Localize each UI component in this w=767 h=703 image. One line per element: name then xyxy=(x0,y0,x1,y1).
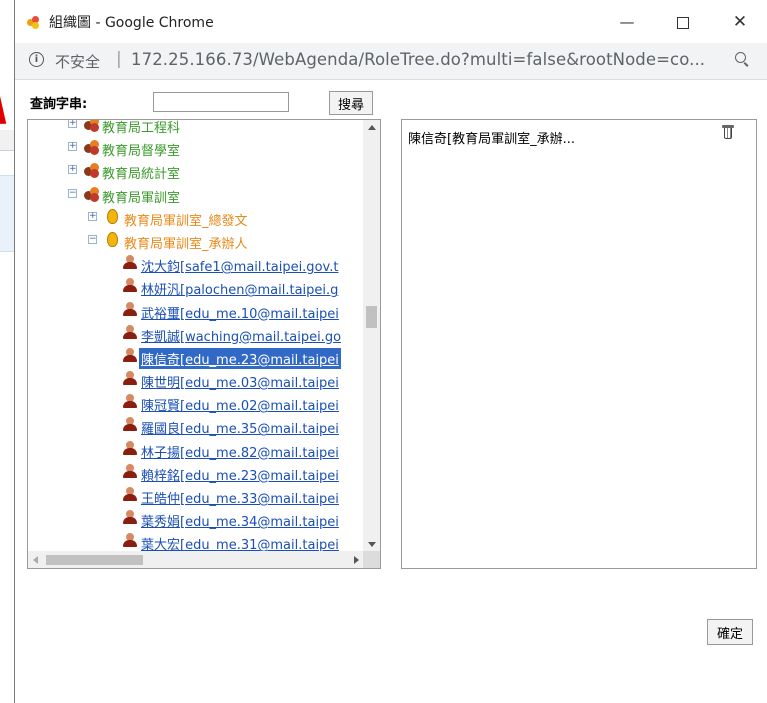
expand-icon[interactable]: + xyxy=(88,211,97,221)
expand-icon[interactable]: + xyxy=(68,165,77,175)
scroll-right-icon[interactable] xyxy=(354,556,359,564)
group-icon xyxy=(84,186,100,202)
group-icon xyxy=(84,120,100,132)
scroll-up-icon[interactable] xyxy=(368,125,376,130)
tree-row-label[interactable]: 陳信奇[edu_me.23@mail.taipei xyxy=(139,347,341,369)
tree-row[interactable]: 羅國良[edu_me.35@mail.taipei xyxy=(28,414,363,437)
person-icon xyxy=(122,440,138,456)
tree-row[interactable]: + 教育局工程科 xyxy=(28,120,363,136)
expand-icon[interactable]: + xyxy=(68,120,77,128)
tree-row-label[interactable]: 羅國良[edu_me.35@mail.taipei xyxy=(141,418,339,437)
org-tree: + 教育局工程科 + 教育局督學室 + 教育局統計室 − 教育局軍訓室 + 教育局軍訓室_總發文 −… xyxy=(28,120,363,554)
info-icon[interactable]: i xyxy=(29,52,44,67)
collapse-icon[interactable]: − xyxy=(68,188,77,198)
collapse-icon[interactable]: − xyxy=(88,234,97,244)
vertical-scroll-thumb[interactable] xyxy=(366,306,377,328)
tree-row-label[interactable]: 教育局軍訓室_承辦人 xyxy=(124,233,248,252)
tree-row-label[interactable]: 沈大鈞[safe1@mail.taipei.gov.t xyxy=(141,256,338,275)
tree-row[interactable]: 陳冠賢[edu_me.02@mail.taipei xyxy=(28,391,363,414)
address-separator: | xyxy=(116,49,122,69)
tree-row-label[interactable]: 李凱誠[waching@mail.taipei.go xyxy=(141,326,341,345)
tree-row-label[interactable]: 武裕璽[edu_me.10@mail.taipei xyxy=(141,303,339,322)
tree-row-label[interactable]: 教育局督學室 xyxy=(102,140,180,159)
person-icon xyxy=(122,347,138,363)
tree-row-label[interactable]: 賴梓銘[edu_me.23@mail.taipei xyxy=(141,465,339,484)
tree-row[interactable]: + 教育局督學室 xyxy=(28,136,363,159)
scrollbar-corner xyxy=(363,551,380,568)
selected-list-panel: 陳信奇[教育局軍訓室_承辦... xyxy=(401,119,757,569)
app-icon xyxy=(27,16,39,29)
group-icon xyxy=(84,139,100,156)
person-icon xyxy=(122,255,138,270)
person-icon xyxy=(122,510,138,525)
person-icon xyxy=(122,417,138,432)
tree-row[interactable]: − 教育局軍訓室_承辦人 xyxy=(28,229,363,252)
page-content: 查詢字串: 搜尋 + 教育局工程科 + 教育局督學室 + 教育局統計室 − 教育局軍訓室 + 教育… xyxy=(15,80,767,703)
search-label: 查詢字串: xyxy=(30,97,88,112)
org-tree-panel[interactable]: + 教育局工程科 + 教育局督學室 + 教育局統計室 − 教育局軍訓室 + 教育局軍訓室_總發文 −… xyxy=(27,119,381,569)
person-icon xyxy=(122,301,138,317)
tree-row-label[interactable]: 教育局工程科 xyxy=(102,120,180,136)
tree-row[interactable]: + 教育局軍訓室_總發文 xyxy=(28,206,363,229)
person-icon xyxy=(122,278,138,293)
scroll-down-icon[interactable] xyxy=(368,542,376,547)
tree-row[interactable]: − 教育局軍訓室 xyxy=(28,183,363,206)
tree-row-label[interactable]: 陳冠賢[edu_me.02@mail.taipei xyxy=(141,395,339,414)
vertical-scrollbar[interactable] xyxy=(363,120,380,552)
confirm-button[interactable]: 確定 xyxy=(707,619,753,645)
horizontal-scrollbar[interactable] xyxy=(28,551,364,568)
tree-row[interactable]: 沈大鈞[safe1@mail.taipei.gov.t xyxy=(28,252,363,275)
scroll-left-icon[interactable] xyxy=(33,556,38,564)
tree-row-label[interactable]: 王皓仲[edu_me.33@mail.taipei xyxy=(141,488,339,507)
tree-row-label[interactable]: 葉秀娟[edu_me.34@mail.taipei xyxy=(141,511,339,530)
person-icon xyxy=(122,463,138,479)
background-page-panel xyxy=(0,175,14,252)
tree-row-label[interactable]: 陳世明[edu_me.03@mail.taipei xyxy=(141,372,339,391)
tree-row[interactable]: 王皓仲[edu_me.33@mail.taipei xyxy=(28,484,363,507)
expand-icon[interactable]: + xyxy=(68,142,77,152)
tree-row-label[interactable]: 林妍汎[palochen@mail.taipei.g xyxy=(141,279,338,298)
person-icon xyxy=(122,487,138,502)
url-text[interactable]: 172.25.166.73/WebAgenda/RoleTree.do?mult… xyxy=(131,50,705,69)
tree-row[interactable]: 陳世明[edu_me.03@mail.taipei xyxy=(28,368,363,391)
group-icon xyxy=(84,162,100,179)
tree-row-label[interactable]: 教育局軍訓室 xyxy=(102,187,180,206)
zoom-icon[interactable] xyxy=(735,52,749,67)
tree-row[interactable]: 林妍汎[palochen@mail.taipei.g xyxy=(28,275,363,298)
minimize-button[interactable]: — xyxy=(610,8,644,36)
person-icon xyxy=(122,371,138,386)
tree-row[interactable]: 陳信奇[edu_me.23@mail.taipei xyxy=(28,345,363,369)
horizontal-scroll-thumb[interactable] xyxy=(46,555,143,565)
folder-icon xyxy=(105,231,121,247)
tree-row[interactable]: 葉秀娟[edu_me.34@mail.taipei xyxy=(28,507,363,530)
title-bar[interactable]: 組織圖 - Google Chrome — ✕ xyxy=(15,0,767,43)
security-label[interactable]: 不安全 xyxy=(55,51,100,72)
tree-row[interactable]: 武裕璽[edu_me.10@mail.taipei xyxy=(28,299,363,322)
background-page-row xyxy=(0,130,14,151)
tree-row[interactable]: 賴梓銘[edu_me.23@mail.taipei xyxy=(28,461,363,484)
trash-icon[interactable] xyxy=(722,124,734,140)
address-bar[interactable]: i 不安全 | 172.25.166.73/WebAgenda/RoleTree… xyxy=(15,43,767,80)
person-icon xyxy=(122,324,138,340)
close-button[interactable]: ✕ xyxy=(723,8,757,36)
tree-row[interactable]: 林子揚[edu_me.82@mail.taipei xyxy=(28,438,363,461)
tree-row-label[interactable]: 教育局統計室 xyxy=(102,163,180,182)
person-icon xyxy=(122,533,138,548)
person-icon xyxy=(122,394,138,409)
tree-row-label[interactable]: 林子揚[edu_me.82@mail.taipei xyxy=(141,442,339,461)
search-button[interactable]: 搜尋 xyxy=(329,91,373,115)
tree-row[interactable]: 李凱誠[waching@mail.taipei.go xyxy=(28,322,363,345)
maximize-button[interactable] xyxy=(666,8,700,36)
window-title: 組織圖 - Google Chrome xyxy=(49,15,214,31)
maximize-icon xyxy=(677,16,689,29)
selected-item[interactable]: 陳信奇[教育局軍訓室_承辦... xyxy=(408,128,575,147)
tree-row-label[interactable]: 教育局軍訓室_總發文 xyxy=(124,210,248,229)
popup-window: 組織圖 - Google Chrome — ✕ i 不安全 | 172.25.1… xyxy=(14,0,767,703)
folder-icon xyxy=(105,208,121,224)
search-input[interactable] xyxy=(153,92,289,112)
tree-row[interactable]: + 教育局統計室 xyxy=(28,159,363,182)
